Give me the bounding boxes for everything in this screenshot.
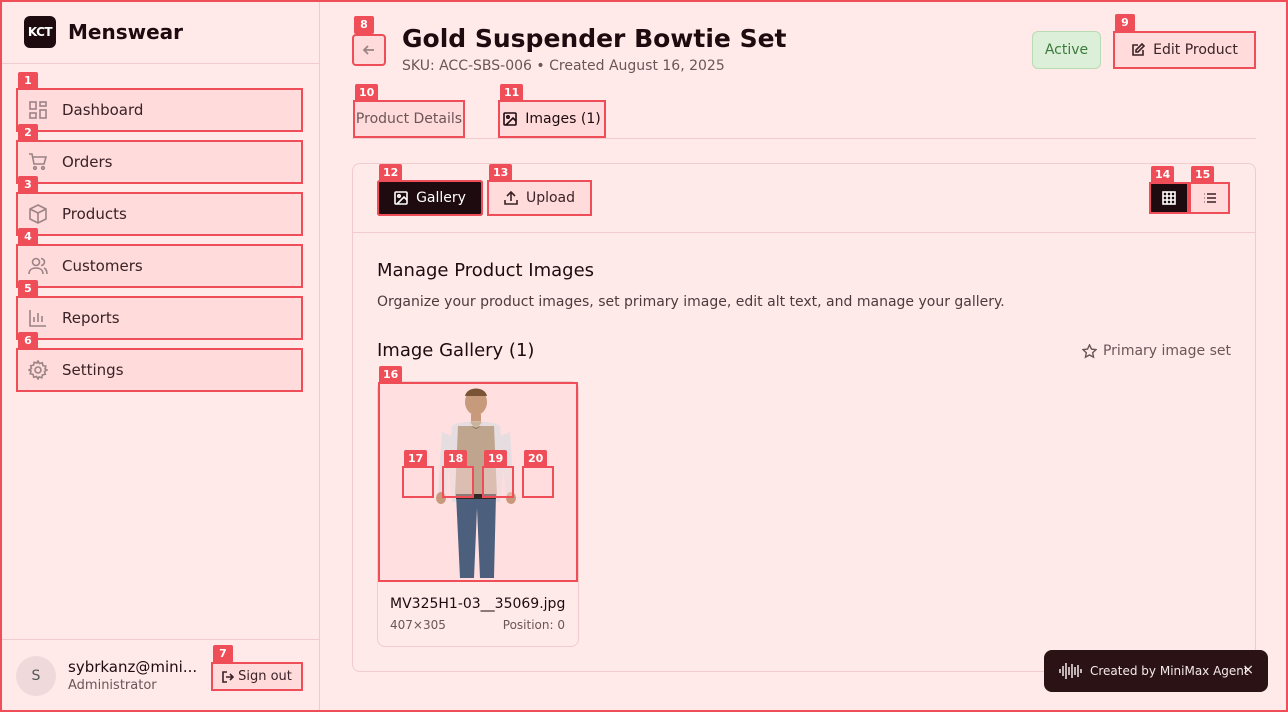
edit-icon: [1132, 43, 1146, 56]
sidebar-footer-divider: [0, 639, 319, 640]
sidebar-item-orders[interactable]: Orders: [16, 140, 303, 184]
box-icon: [29, 204, 47, 224]
grid-view-button[interactable]: [1149, 182, 1189, 214]
edit-alt-button[interactable]: [442, 466, 474, 498]
sidebar-item-settings[interactable]: Settings: [16, 348, 303, 392]
brand-logo: KCT: [24, 16, 56, 48]
page-title: Gold Suspender Bowtie Set: [402, 24, 787, 53]
sidebar-item-products[interactable]: Products: [16, 192, 303, 236]
back-button[interactable]: [352, 34, 386, 66]
sidebar-item-label: Orders: [62, 153, 113, 171]
set-primary-button[interactable]: [402, 466, 434, 498]
arrow-left-icon: [362, 45, 374, 55]
marker-19: 19: [484, 450, 508, 468]
sidebar-item-label: Dashboard: [62, 101, 144, 119]
sidebar-item-label: Products: [62, 205, 127, 223]
marker-10: 10: [355, 84, 379, 102]
product-meta: SKU: ACC-SBS-006 • Created August 16, 20…: [402, 58, 725, 74]
users-icon: [28, 257, 48, 275]
primary-image-label: Primary image set: [1102, 343, 1231, 359]
sidebar-item-customers[interactable]: Customers: [16, 244, 303, 288]
marker-14: 14: [1151, 166, 1175, 184]
sign-out-icon: [222, 670, 235, 683]
marker-7: 7: [213, 645, 233, 663]
delete-image-button[interactable]: [522, 466, 554, 498]
grid-icon: [1162, 191, 1176, 205]
marker-20: 20: [524, 450, 548, 468]
marker-8: 8: [354, 16, 374, 34]
marker-1: 1: [18, 72, 38, 90]
image-position: Position: 0: [502, 618, 565, 632]
user-email: sybrkanz@mini...: [68, 658, 198, 676]
image-file-name: MV325H1-03__35069.jpg: [390, 596, 566, 612]
gallery-label: Gallery: [416, 190, 466, 206]
status-badge: Active: [1032, 31, 1101, 69]
marker-9: 9: [1115, 14, 1135, 32]
marker-11: 11: [500, 84, 524, 102]
marker-13: 13: [489, 164, 513, 182]
marker-4: 4: [18, 228, 38, 246]
agent-toast: Created by MiniMax Agent ×: [1044, 650, 1268, 692]
sign-out-label: Sign out: [238, 669, 292, 684]
tab-label: Product Details: [355, 111, 463, 127]
edit-product-label: Edit Product: [1153, 42, 1238, 58]
marker-2: 2: [18, 124, 38, 142]
user-role: Administrator: [68, 678, 157, 693]
bar-chart-icon: [29, 310, 46, 327]
section-description: Organize your product images, set primar…: [377, 294, 1005, 310]
cart-icon: [29, 153, 48, 171]
close-icon[interactable]: ×: [1242, 662, 1254, 678]
gallery-button[interactable]: Gallery: [377, 180, 483, 216]
sidebar-item-label: Customers: [62, 257, 143, 275]
section-title: Manage Product Images: [377, 260, 595, 281]
sidebar-item-dashboard[interactable]: Dashboard: [16, 88, 303, 132]
edit-product-button[interactable]: Edit Product: [1113, 31, 1256, 69]
marker-12: 12: [379, 164, 403, 182]
sidebar: KCT Menswear Dashboard Orders Products C…: [0, 0, 320, 712]
sign-out-button[interactable]: Sign out: [211, 662, 303, 691]
brand-name: Menswear: [68, 20, 184, 44]
sidebar-item-label: Reports: [62, 309, 120, 327]
gear-icon: [28, 360, 48, 380]
upload-button[interactable]: Upload: [487, 180, 592, 216]
tab-label: Images (1): [525, 111, 601, 127]
tab-product-details[interactable]: Product Details: [353, 100, 465, 138]
brand: KCT Menswear: [24, 16, 183, 48]
toast-text: Created by MiniMax Agent: [1090, 664, 1249, 678]
panel-divider: [353, 232, 1255, 233]
marker-3: 3: [18, 176, 38, 194]
gallery-title: Image Gallery (1): [377, 340, 535, 361]
upload-label: Upload: [525, 190, 576, 206]
marker-18: 18: [444, 450, 468, 468]
primary-image-status: Primary image set: [1081, 343, 1231, 359]
image-icon: [394, 191, 408, 205]
move-image-button[interactable]: [482, 466, 514, 498]
sidebar-item-label: Settings: [62, 361, 124, 379]
sidebar-item-reports[interactable]: Reports: [16, 296, 303, 340]
marker-6: 6: [18, 332, 38, 350]
image-icon: [503, 112, 518, 126]
marker-16: 16: [379, 366, 403, 384]
dashboard-icon: [29, 101, 47, 119]
marker-15: 15: [1191, 166, 1215, 184]
tab-images[interactable]: Images (1): [498, 100, 606, 138]
list-icon: [1203, 193, 1216, 203]
marker-5: 5: [18, 280, 38, 298]
waveform-icon: [1059, 663, 1082, 679]
tabs-divider: [352, 138, 1256, 139]
list-view-button[interactable]: [1189, 182, 1230, 214]
star-icon: [1081, 343, 1097, 358]
avatar: S: [16, 656, 56, 696]
image-dimensions: 407×305: [390, 618, 446, 632]
upload-icon: [504, 191, 518, 205]
marker-17: 17: [404, 450, 428, 468]
sidebar-divider: [0, 63, 319, 64]
